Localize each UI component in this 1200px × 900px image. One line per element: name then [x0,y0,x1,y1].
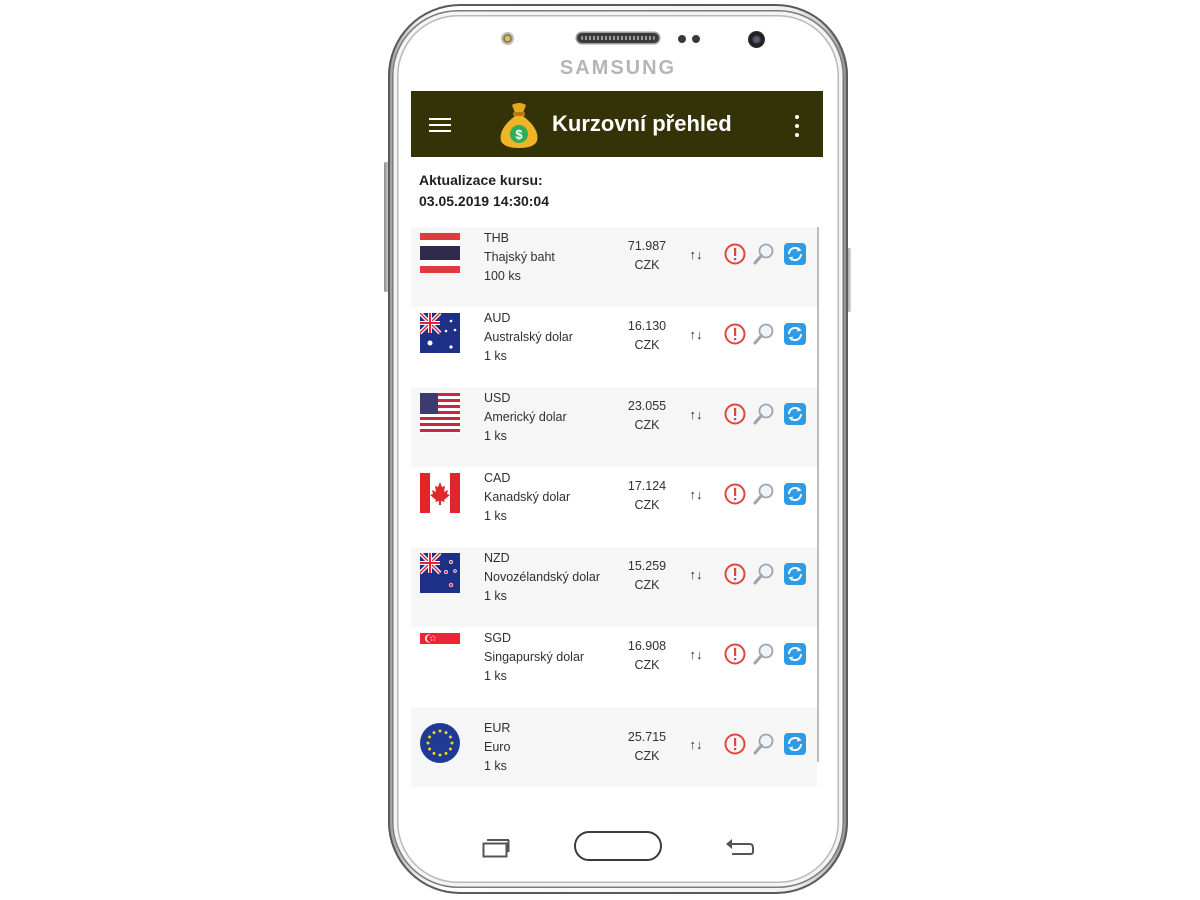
rate-currency: CZK [634,749,660,763]
currency-row-sgd[interactable]: SGD Singapurský dolar 1 ks 16.908 CZK ↑↓ [411,627,817,707]
currency-row-cad[interactable]: CAD Kanadský dolar 1 ks 17.124 CZK ↑↓ [411,467,817,547]
currency-unit: 1 ks [484,509,507,523]
currency-row-thb[interactable]: THB Thajský baht 100 ks 71.987 CZK ↑↓ [411,227,817,307]
currency-unit: 1 ks [484,759,507,773]
back-arrow-icon[interactable] [724,836,756,856]
canada-flag [420,473,460,513]
currency-unit: 100 ks [484,269,521,283]
swap-arrows-icon[interactable]: ↑↓ [689,327,703,343]
app-bar: $ Kurzovní přehled [411,91,823,157]
alert-icon[interactable] [724,243,746,265]
search-icon[interactable] [752,562,776,586]
currency-code: EUR [484,721,511,735]
alert-icon[interactable] [724,643,746,665]
rate-currency: CZK [634,658,660,672]
eu-flag [420,723,460,763]
swap-arrows-icon[interactable]: ↑↓ [689,247,703,263]
currency-name: Novozélandský dolar [484,570,601,584]
recent-apps-icon[interactable] [482,838,510,858]
device-brand: SAMSUNG [559,57,677,79]
currency-unit: 1 ks [484,669,507,683]
exchange-rate: 16.908 [627,639,667,653]
currency-row-eur[interactable]: EUR Euro 1 ks 25.715 CZK ↑↓ [411,707,817,787]
australia-flag [420,313,460,353]
thailand-flag [420,233,460,273]
home-button[interactable] [574,831,662,861]
currency-row-nzd[interactable]: NZD Novozélandský dolar 1 ks 15.259 CZK … [411,547,817,627]
currency-code: AUD [484,311,511,325]
hamburger-menu-icon[interactable] [429,118,451,132]
app-screen: $ Kurzovní přehled Aktualizace kursu: 03… [411,91,823,800]
earpiece-speaker [577,33,659,43]
rate-currency: CZK [634,418,660,432]
currency-code: USD [484,391,511,405]
currency-name: Australský dolar [484,330,573,344]
currency-code: SGD [484,631,512,645]
alert-icon[interactable] [724,483,746,505]
swap-arrows-icon[interactable]: ↑↓ [689,567,703,583]
rate-currency: CZK [634,338,660,352]
swap-arrows-icon[interactable]: ↑↓ [689,407,703,423]
sensor-icon [501,32,514,45]
currency-name: Thajský baht [484,250,555,264]
exchange-rate: 71.987 [627,239,667,253]
sensor-dot-icon [678,35,686,43]
currency-unit: 1 ks [484,349,507,363]
search-icon[interactable] [752,242,776,266]
currency-code: CAD [484,471,511,485]
more-options-icon[interactable] [795,115,799,137]
money-bag-icon: $ [500,103,538,148]
currency-name: Singapurský dolar [484,650,585,664]
alert-icon[interactable] [724,323,746,345]
refresh-icon[interactable] [784,323,806,345]
usa-flag [420,393,460,433]
currency-name: Kanadský dolar [484,490,571,504]
currency-list[interactable]: THB Thajský baht 100 ks 71.987 CZK ↑↓ AU… [411,227,819,800]
refresh-icon[interactable] [784,733,806,755]
swap-arrows-icon[interactable]: ↑↓ [689,737,703,753]
search-icon[interactable] [752,642,776,666]
refresh-icon[interactable] [784,403,806,425]
alert-icon[interactable] [724,733,746,755]
search-icon[interactable] [752,402,776,426]
sensor-dot-icon [692,35,700,43]
update-label: Aktualizace kursu: [419,172,543,188]
swap-arrows-icon[interactable]: ↑↓ [689,487,703,503]
rate-currency: CZK [634,258,660,272]
currency-name: Americký dolar [484,410,567,424]
new-zealand-flag [420,553,460,593]
list-divider [817,227,819,762]
exchange-rate: 15.259 [627,559,667,573]
update-timestamp: 03.05.2019 14:30:04 [419,193,549,209]
app-title: Kurzovní přehled [552,111,732,136]
currency-name: Euro [484,740,511,754]
front-camera-icon [748,31,765,48]
exchange-rate: 16.130 [627,319,667,333]
refresh-icon[interactable] [784,483,806,505]
search-icon[interactable] [752,732,776,756]
singapore-flag [420,633,460,655]
refresh-icon[interactable] [784,243,806,265]
currency-code: NZD [484,551,510,565]
alert-icon[interactable] [724,563,746,585]
refresh-icon[interactable] [784,563,806,585]
currency-code: THB [484,231,509,245]
search-icon[interactable] [752,322,776,346]
exchange-rate: 17.124 [627,479,667,493]
currency-unit: 1 ks [484,429,507,443]
currency-unit: 1 ks [484,589,507,603]
rate-currency: CZK [634,578,660,592]
exchange-rate: 25.715 [627,730,667,744]
refresh-icon[interactable] [784,643,806,665]
search-icon[interactable] [752,482,776,506]
exchange-rate: 23.055 [627,399,667,413]
alert-icon[interactable] [724,403,746,425]
rate-currency: CZK [634,498,660,512]
currency-row-usd[interactable]: USD Americký dolar 1 ks 23.055 CZK ↑↓ [411,387,817,467]
currency-row-aud[interactable]: AUD Australský dolar 1 ks 16.130 CZK ↑↓ [411,307,817,387]
swap-arrows-icon[interactable]: ↑↓ [689,647,703,663]
svg-text:$: $ [515,127,523,142]
